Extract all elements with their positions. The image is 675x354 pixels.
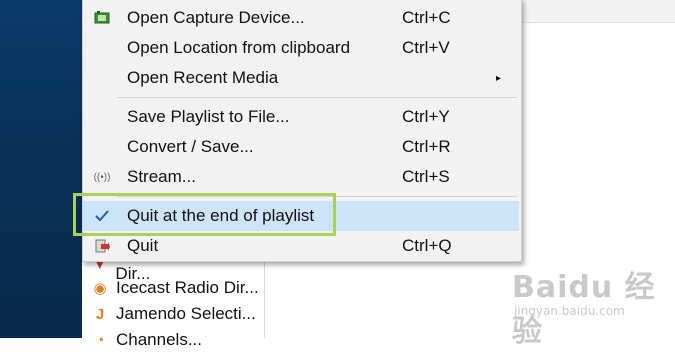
podcast-icon: ◉ <box>93 280 107 297</box>
menu-item-convert-save[interactable]: Convert / Save... Ctrl+R <box>83 132 519 162</box>
desktop-background <box>0 0 82 338</box>
menu-item-shortcut: Ctrl+C <box>402 8 451 27</box>
menu-item-shortcut: Ctrl+Y <box>402 107 450 126</box>
sidebar-item-channels[interactable]: ◔ Channels... <box>82 326 264 354</box>
annotation-highlight-box <box>73 193 336 236</box>
menu-item-label: Open Recent Media <box>127 68 279 87</box>
sidebar-item-icecast-radio[interactable]: ◉ Icecast Radio Dir... <box>82 274 264 302</box>
menu-item-label: Stream... <box>127 167 196 186</box>
stream-icon: ((•)) <box>93 171 111 183</box>
sidebar-item-label: Channels... <box>116 330 202 349</box>
menu-item-label: Convert / Save... <box>127 137 254 156</box>
menu-item-stream[interactable]: ((•)) Stream... Ctrl+S <box>83 162 519 192</box>
menu-item-label: Quit <box>127 236 159 255</box>
menu-item-label: Save Playlist to File... <box>127 107 290 126</box>
sidebar-item-label: Icecast Radio Dir... <box>116 278 259 297</box>
channels-icon: ◔ <box>95 331 105 349</box>
menu-item-shortcut: Ctrl+R <box>402 137 451 156</box>
menu-item-shortcut: Ctrl+V <box>402 38 450 57</box>
jamendo-icon: J <box>95 305 105 323</box>
menu-item-shortcut: Ctrl+Q <box>402 236 452 255</box>
baidu-watermark: Baidu 经验 jingyan.baidu.com <box>512 262 662 349</box>
menu-item-label: Open Location from clipboard <box>127 38 351 57</box>
quit-icon <box>89 233 115 259</box>
menu-item-label: Open Capture Device... <box>127 8 305 27</box>
menu-item-open-location-clipboard[interactable]: Open Location from clipboard Ctrl+V <box>83 33 519 63</box>
menu-separator <box>117 97 517 98</box>
submenu-arrow-icon: ▸ <box>496 72 502 84</box>
menu-item-shortcut: Ctrl+S <box>402 167 450 186</box>
menu-item-save-playlist[interactable]: Save Playlist to File... Ctrl+Y <box>83 102 519 132</box>
sidebar-item-label: Jamendo Selecti... <box>116 304 256 323</box>
toolbar-strip <box>520 0 675 23</box>
sidebar-item-jamendo[interactable]: J Jamendo Selecti... <box>82 300 264 328</box>
capture-device-icon <box>89 5 115 31</box>
menu-item-open-capture-device[interactable]: Open Capture Device... Ctrl+C <box>83 3 519 33</box>
watermark-sub-text: jingyan.baidu.com <box>514 304 625 318</box>
playlist-sidebar: ▾ Icecast Stream Dir... ◉ Icecast Radio … <box>82 244 265 349</box>
menu-item-open-recent-media[interactable]: Open Recent Media ▸ <box>83 63 519 93</box>
